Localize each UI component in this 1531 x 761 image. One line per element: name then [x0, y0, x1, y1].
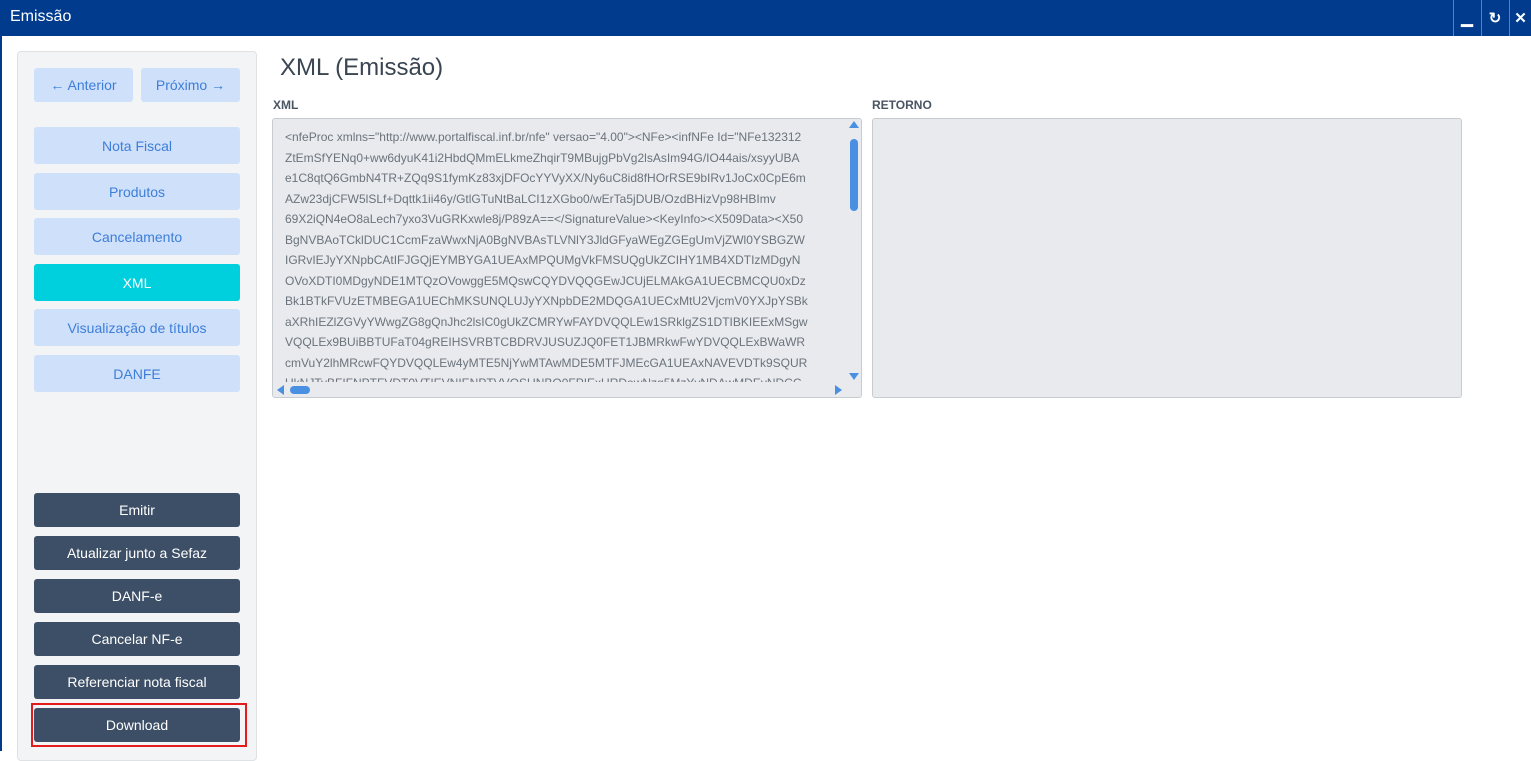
xml-line: VQQLEx9BUiBBTUFaT04gREIHSVRBTCBDRVJUSUZJ…	[285, 335, 806, 349]
close-icon[interactable]: ✕	[1509, 0, 1531, 36]
refresh-icon[interactable]: ↻	[1481, 0, 1508, 36]
retorno-label: RETORNO	[872, 98, 932, 112]
page-title: XML (Emissão)	[280, 54, 444, 81]
xml-line: e1C8qtQ6GmbN4TR+ZQq9S1fymKz83xjDFOcYYVyX…	[285, 171, 806, 185]
xml-line: aXRhIEZlZGVyYWwgZG8gQnJhc2lsIC0gUkZCMRYw…	[285, 314, 808, 329]
menu-item-produtos[interactable]: Produtos	[34, 173, 240, 210]
xml-line: IGRvIEJyYXNpbCAtIFJGQjEYMBYGA1UEAxMPQUMg…	[285, 253, 801, 267]
horizontal-scrollbar[interactable]	[275, 384, 849, 396]
menu-item-xml[interactable]: XML	[34, 264, 240, 301]
xml-line: cmVuY2lhMRcwFQYDVQQLEw4yMTE5NjYwMTAwMDE5…	[285, 355, 808, 370]
emitir-button[interactable]: Emitir	[34, 493, 240, 527]
window-titlebar: Emissão ▁ ↻ ✕	[0, 0, 1531, 36]
danfe-button[interactable]: DANF-e	[34, 579, 240, 613]
scroll-left-icon[interactable]	[277, 385, 284, 395]
xml-label: XML	[273, 98, 299, 112]
cancelar-nfe-button[interactable]: Cancelar NF-e	[34, 622, 240, 656]
xml-line: Bk1BTkFVUzETMBEGA1UEChMKSUNQLUJyYXNpbDE2…	[285, 294, 808, 308]
xml-line: 69X2iQN4eO8aLech7yxo3VuGRKxwle8j/P89zA==…	[285, 212, 804, 226]
scroll-right-icon[interactable]	[835, 385, 842, 395]
vertical-scrollbar[interactable]	[848, 121, 860, 383]
scroll-up-icon[interactable]	[849, 121, 859, 128]
xml-line: UkNJTyBFIFNPTFVDT0VTIEVNIENPTVVOSUNBQ0FP…	[285, 373, 845, 382]
xml-line: AZw23djCFW5lSLf+Dqttk1ii46y/GtlGTuNtBaLC…	[285, 191, 776, 206]
menu-item-cancelamento[interactable]: Cancelamento	[34, 218, 240, 255]
minimize-icon[interactable]: ▁	[1453, 0, 1480, 36]
xml-line: <nfeProc xmlns="http://www.portalfiscal.…	[285, 130, 802, 144]
scroll-down-icon[interactable]	[849, 373, 859, 380]
xml-line: ZtEmSfYENq0+ww6dyuK41i2HbdQMmELkmeZhqirT…	[285, 150, 800, 165]
xml-content: <nfeProc xmlns="http://www.portalfiscal.…	[285, 127, 845, 382]
menu-item-visualizacao-titulos[interactable]: Visualização de títulos	[34, 309, 240, 346]
menu-item-nota-fiscal[interactable]: Nota Fiscal	[34, 127, 240, 164]
window-title: Emissão	[10, 8, 72, 25]
retorno-textarea[interactable]	[872, 118, 1462, 398]
xml-textarea[interactable]: <nfeProc xmlns="http://www.portalfiscal.…	[272, 118, 862, 398]
next-button[interactable]: Próximo →	[141, 68, 240, 102]
xml-line: OVoXDTI0MDgyNDE1MTQzOVowggE5MQswCQYDVQQG…	[285, 273, 806, 288]
previous-button[interactable]: ← Anterior	[34, 68, 133, 102]
download-highlight	[31, 703, 247, 747]
xml-line: BgNVBAoTCklDUC1CcmFzaWwxNjA0BgNVBAsTLVNl…	[285, 232, 805, 247]
scroll-thumb-horizontal[interactable]	[290, 386, 310, 394]
referenciar-nota-button[interactable]: Referenciar nota fiscal	[34, 665, 240, 699]
scroll-thumb-vertical[interactable]	[850, 139, 858, 211]
menu-item-danfe[interactable]: DANFE	[34, 355, 240, 392]
atualizar-sefaz-button[interactable]: Atualizar junto a Sefaz	[34, 536, 240, 570]
